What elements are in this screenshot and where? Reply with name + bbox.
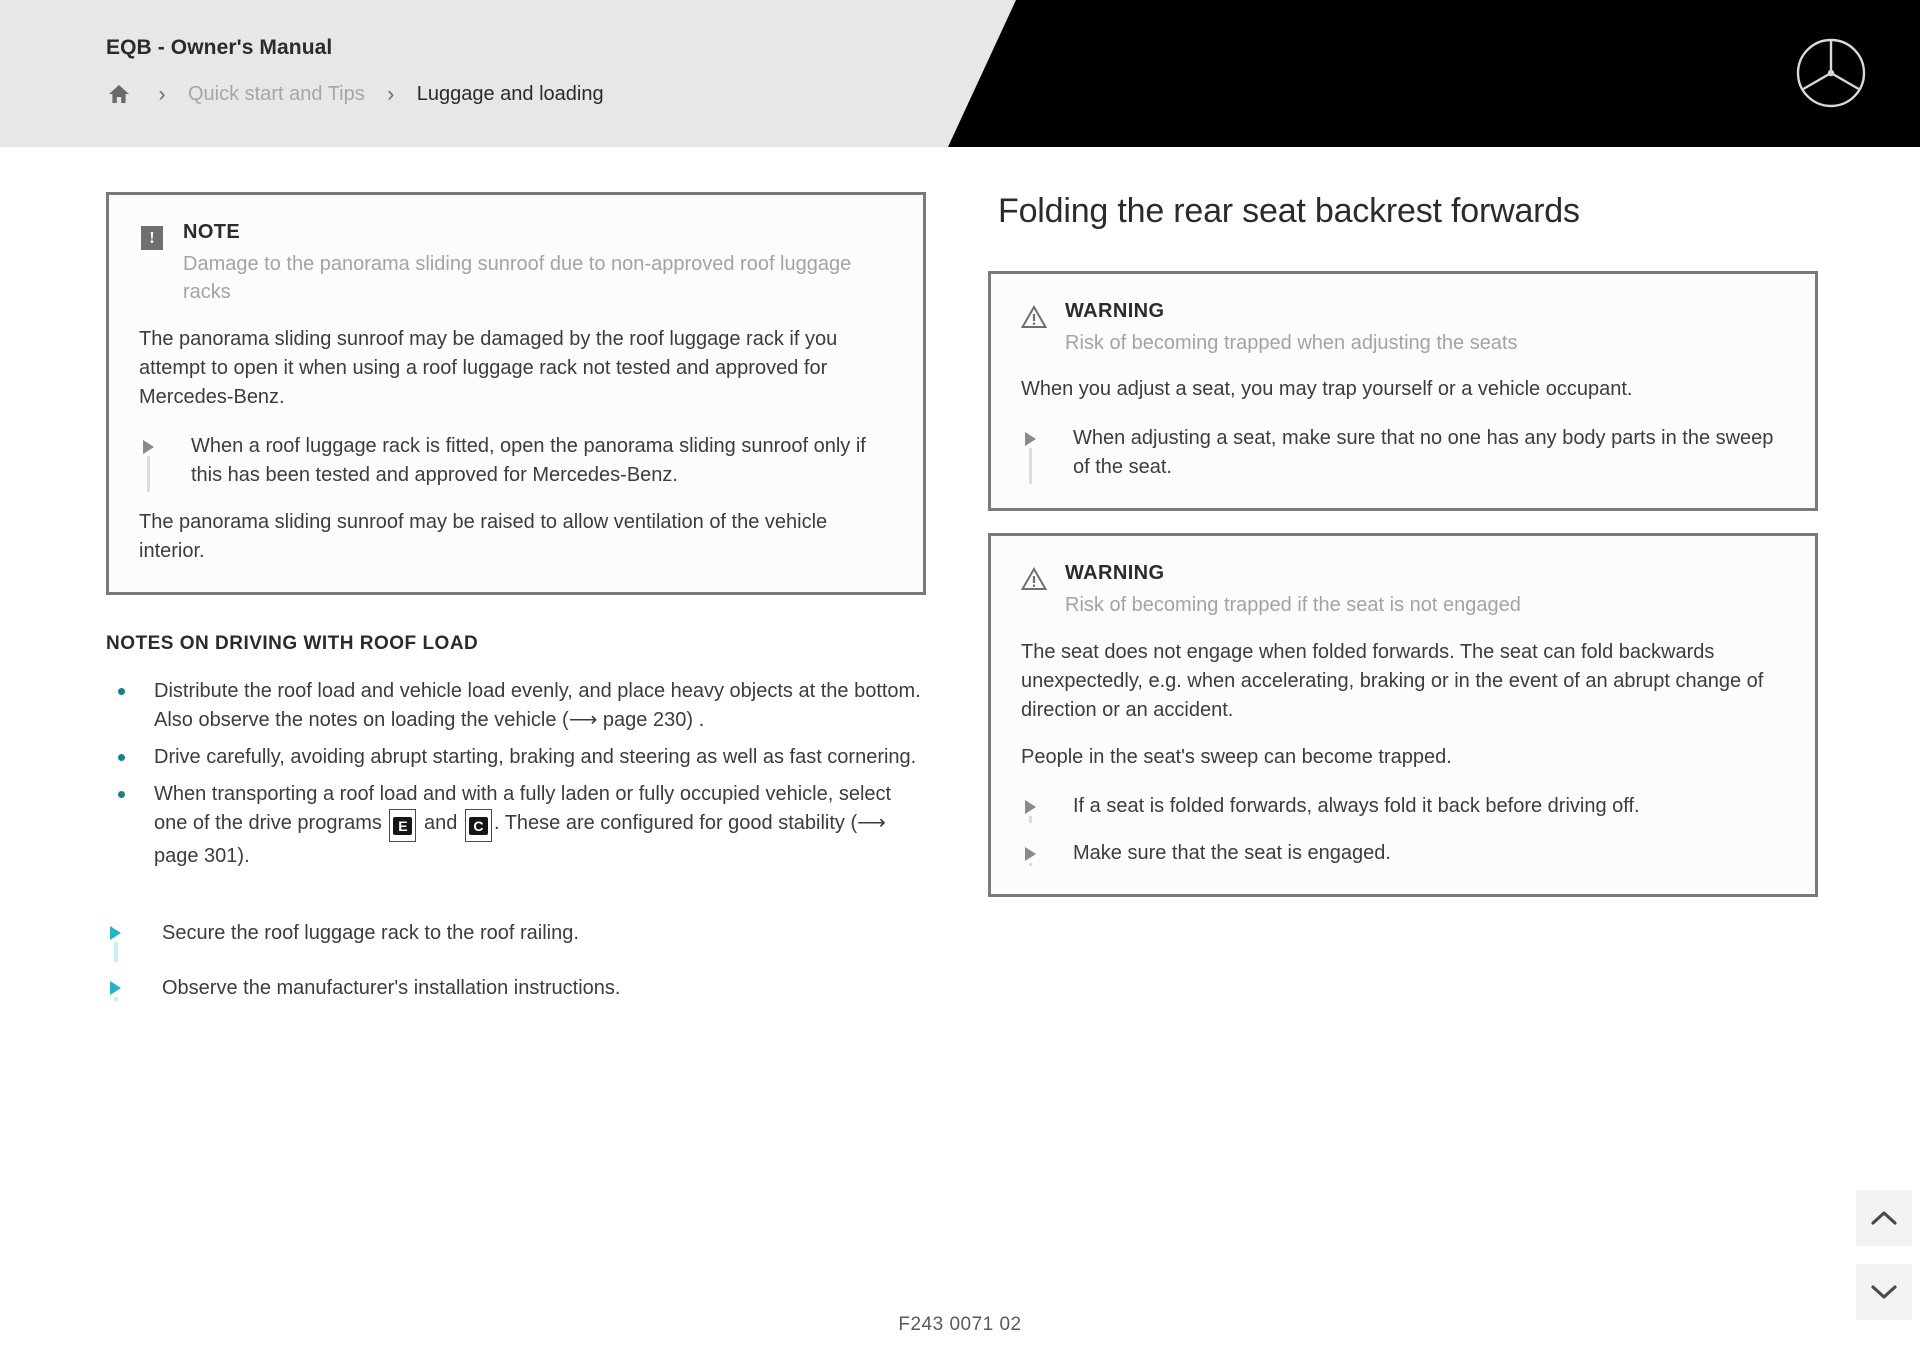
note-callout-header: ! NOTE Damage to the panorama sliding su… [139,221,893,307]
page-title: Folding the rear seat backrest forwards [998,192,1580,230]
scroll-down-button[interactable] [1856,1264,1912,1320]
note-subtitle: Damage to the panorama sliding sunroof d… [183,253,852,304]
teal-action-text: Secure the roof luggage rack to the roof… [162,921,579,944]
breadcrumb-parent-link[interactable]: Quick start and Tips [188,83,365,106]
page-header: EQB - Owner's Manual › Quick start and T… [0,0,1920,147]
page-content: ! NOTE Damage to the panorama sliding su… [0,147,1920,1358]
warning-label: WARNING [1065,300,1165,322]
teal-triangle-bullet-icon [106,919,128,962]
chevron-down-icon [1871,1285,1897,1299]
home-icon[interactable] [102,81,136,107]
teal-action-item: Observe the manufacturer's installation … [106,974,926,1003]
home-icon-svg [109,85,129,103]
warning-callout-headtext: WARNING Risk of becoming trapped when ad… [1065,300,1785,357]
note-paragraph-2: The panorama sliding sunroof may be rais… [139,510,828,562]
warning-subtitle: Risk of becoming trapped if the seat is … [1065,594,1521,617]
warning-subtitle: Risk of becoming trapped when adjusting … [1065,332,1518,354]
warning-triangle-icon [1021,300,1047,329]
warning-triangle-svg [1021,305,1047,328]
mercedes-benz-star-logo [1794,36,1868,110]
bullet-text: Drive carefully, avoiding abrupt startin… [154,745,917,768]
warning-action-list: If a seat is folded forwards, always fol… [1021,792,1785,868]
chevron-up-icon [1871,1211,1897,1225]
drive-program-c-icon: C [464,808,492,842]
mercedes-star-svg [1796,38,1866,108]
exclamation-note-icon: ! [139,221,165,250]
teal-action-item: Secure the roof luggage rack to the roof… [106,919,926,962]
warning-label: WARNING [1065,562,1165,585]
teal-action-list: Secure the roof luggage rack to the roof… [106,919,926,1003]
warning-callout-box-2: WARNING Risk of becoming trapped if the … [988,533,1818,897]
warning-paragraph: The seat does not engage when folded for… [1021,640,1764,721]
drive-program-e-icon: E [389,808,417,842]
warning-action-list: When adjusting a seat, make sure that no… [1021,424,1785,485]
list-item: When transporting a roof load and with a… [106,780,926,871]
note-badge-glyph: ! [141,226,163,250]
left-column: ! NOTE Damage to the panorama sliding su… [106,192,926,1029]
warning-action-item: Make sure that the seat is engaged. [1021,839,1785,868]
teal-triangle-bullet-icon [106,974,128,1003]
breadcrumb-separator-1: › [158,82,166,106]
bullet-dot-icon [118,753,125,761]
document-code: F243 0071 02 [898,1314,1022,1335]
warning-action-text: Make sure that the seat is engaged. [1073,841,1391,864]
warning-paragraph: People in the seat's sweep can become tr… [1021,745,1452,768]
warning-callout-headtext: WARNING Risk of becoming trapped if the … [1065,562,1785,619]
triangle-bullet-icon [1021,424,1043,485]
warning-action-text: If a seat is folded forwards, always fol… [1073,794,1640,817]
roof-load-bullet-list: Distribute the roof load and vehicle loa… [106,677,926,871]
list-item: Distribute the roof load and vehicle loa… [106,677,926,735]
warning-paragraph: When you adjust a seat, you may trap you… [1021,378,1633,401]
bullet-text: Distribute the roof load and vehicle loa… [154,679,921,731]
note-action-item: When a roof luggage rack is fitted, open… [139,432,893,492]
breadcrumb-current[interactable]: Luggage and loading [417,83,604,106]
warning-action-item: When adjusting a seat, make sure that no… [1021,424,1785,485]
breadcrumb-separator-2: › [387,82,395,106]
triangle-bullet-icon [139,432,161,492]
teal-action-text: Observe the manufacturer's installation … [162,976,621,999]
header-black-banner [948,0,1920,147]
warning-triangle-icon [1021,562,1047,591]
warning-triangle-svg [1021,567,1047,591]
bullet-dot-icon [118,687,125,695]
drive-program-e-letter: E [393,816,413,835]
warning-callout-box-1: WARNING Risk of becoming trapped when ad… [988,271,1818,512]
section-title-roof-load: NOTES ON DRIVING WITH ROOF LOAD [106,632,479,654]
note-callout-box: ! NOTE Damage to the panorama sliding su… [106,192,926,595]
bullet-text-middle: and [418,811,463,834]
list-item: Drive carefully, avoiding abrupt startin… [106,743,926,772]
breadcrumb: › Quick start and Tips › Luggage and loa… [102,78,604,110]
warning-callout-header: WARNING Risk of becoming trapped if the … [1021,562,1785,619]
note-label: NOTE [183,221,241,243]
bullet-dot-icon [118,790,125,798]
triangle-bullet-icon [1021,792,1043,823]
triangle-bullet-icon [1021,839,1043,868]
note-action-text: When a roof luggage rack is fitted, open… [191,434,866,486]
scroll-up-button[interactable] [1856,1190,1912,1246]
note-callout-headtext: NOTE Damage to the panorama sliding sunr… [183,221,893,307]
warning-action-item: If a seat is folded forwards, always fol… [1021,792,1785,823]
note-paragraph-1: The panorama sliding sunroof may be dama… [139,327,838,408]
warning-callout-header: WARNING Risk of becoming trapped when ad… [1021,300,1785,357]
note-action-list: When a roof luggage rack is fitted, open… [139,432,893,492]
warning-action-text: When adjusting a seat, make sure that no… [1073,427,1774,479]
right-column: Folding the rear seat backrest forwards … [988,192,1818,897]
manual-title: EQB - Owner's Manual [106,36,333,59]
drive-program-c-letter: C [468,816,488,835]
